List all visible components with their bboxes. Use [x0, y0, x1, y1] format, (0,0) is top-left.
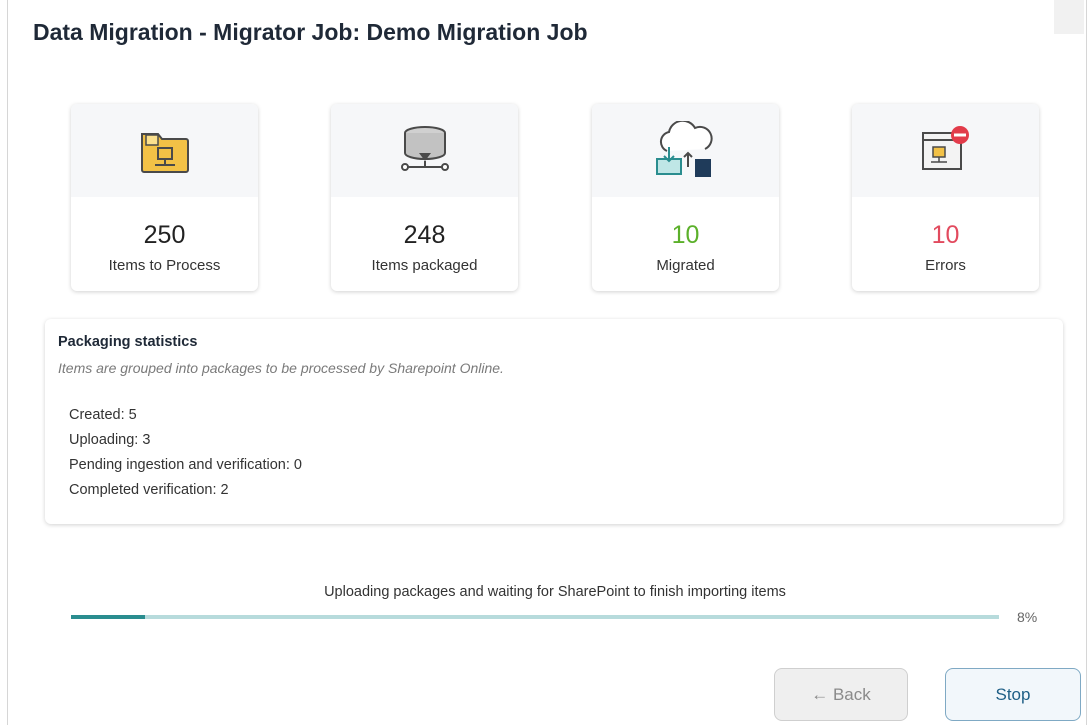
corner-control[interactable]: [1054, 0, 1084, 34]
progress-bar-fill: [71, 615, 146, 619]
stat-created: Created: 5: [69, 407, 137, 423]
stat-completed: Completed verification: 2: [69, 482, 229, 498]
card-icon-area: [592, 104, 779, 197]
card-value: 10: [931, 221, 960, 249]
card-label: Items packaged: [371, 257, 478, 274]
progress-status-text: Uploading packages and waiting for Share…: [324, 584, 786, 600]
database-icon: [400, 125, 449, 171]
card-icon-area: [852, 104, 1039, 197]
packaging-subtitle: Items are grouped into packages to be pr…: [58, 360, 504, 376]
card-icon-area: [331, 104, 518, 197]
stat-uploading: Uploading: 3: [69, 432, 151, 448]
card-label: Migrated: [656, 257, 715, 274]
back-button[interactable]: ← Back: [774, 668, 908, 721]
card-errors: 10 Errors: [852, 104, 1039, 291]
packaging-heading: Packaging statistics: [58, 334, 198, 350]
stat-pending: Pending ingestion and verification: 0: [69, 457, 302, 473]
stop-button[interactable]: Stop: [945, 668, 1081, 721]
card-value: 10: [671, 221, 700, 249]
cloud-upload-icon: [655, 120, 713, 177]
progress-bar: [71, 615, 999, 619]
error-window-icon: [921, 125, 969, 170]
card-value: 248: [403, 221, 446, 249]
card-items-packaged: 248 Items packaged: [331, 104, 518, 291]
folder-icon: [140, 132, 189, 173]
card-migrated: 10 Migrated: [592, 104, 779, 291]
card-value: 250: [143, 221, 186, 249]
progress-percent: 8%: [1017, 609, 1038, 625]
card-icon-area: [71, 104, 258, 197]
card-label: Items to Process: [108, 257, 221, 274]
card-label: Errors: [925, 257, 966, 274]
card-items-to-process: 250 Items to Process: [71, 104, 258, 291]
page-title: Data Migration - Migrator Job: Demo Migr…: [33, 19, 588, 45]
packaging-statistics-panel: Packaging statistics Items are grouped i…: [45, 319, 1063, 524]
